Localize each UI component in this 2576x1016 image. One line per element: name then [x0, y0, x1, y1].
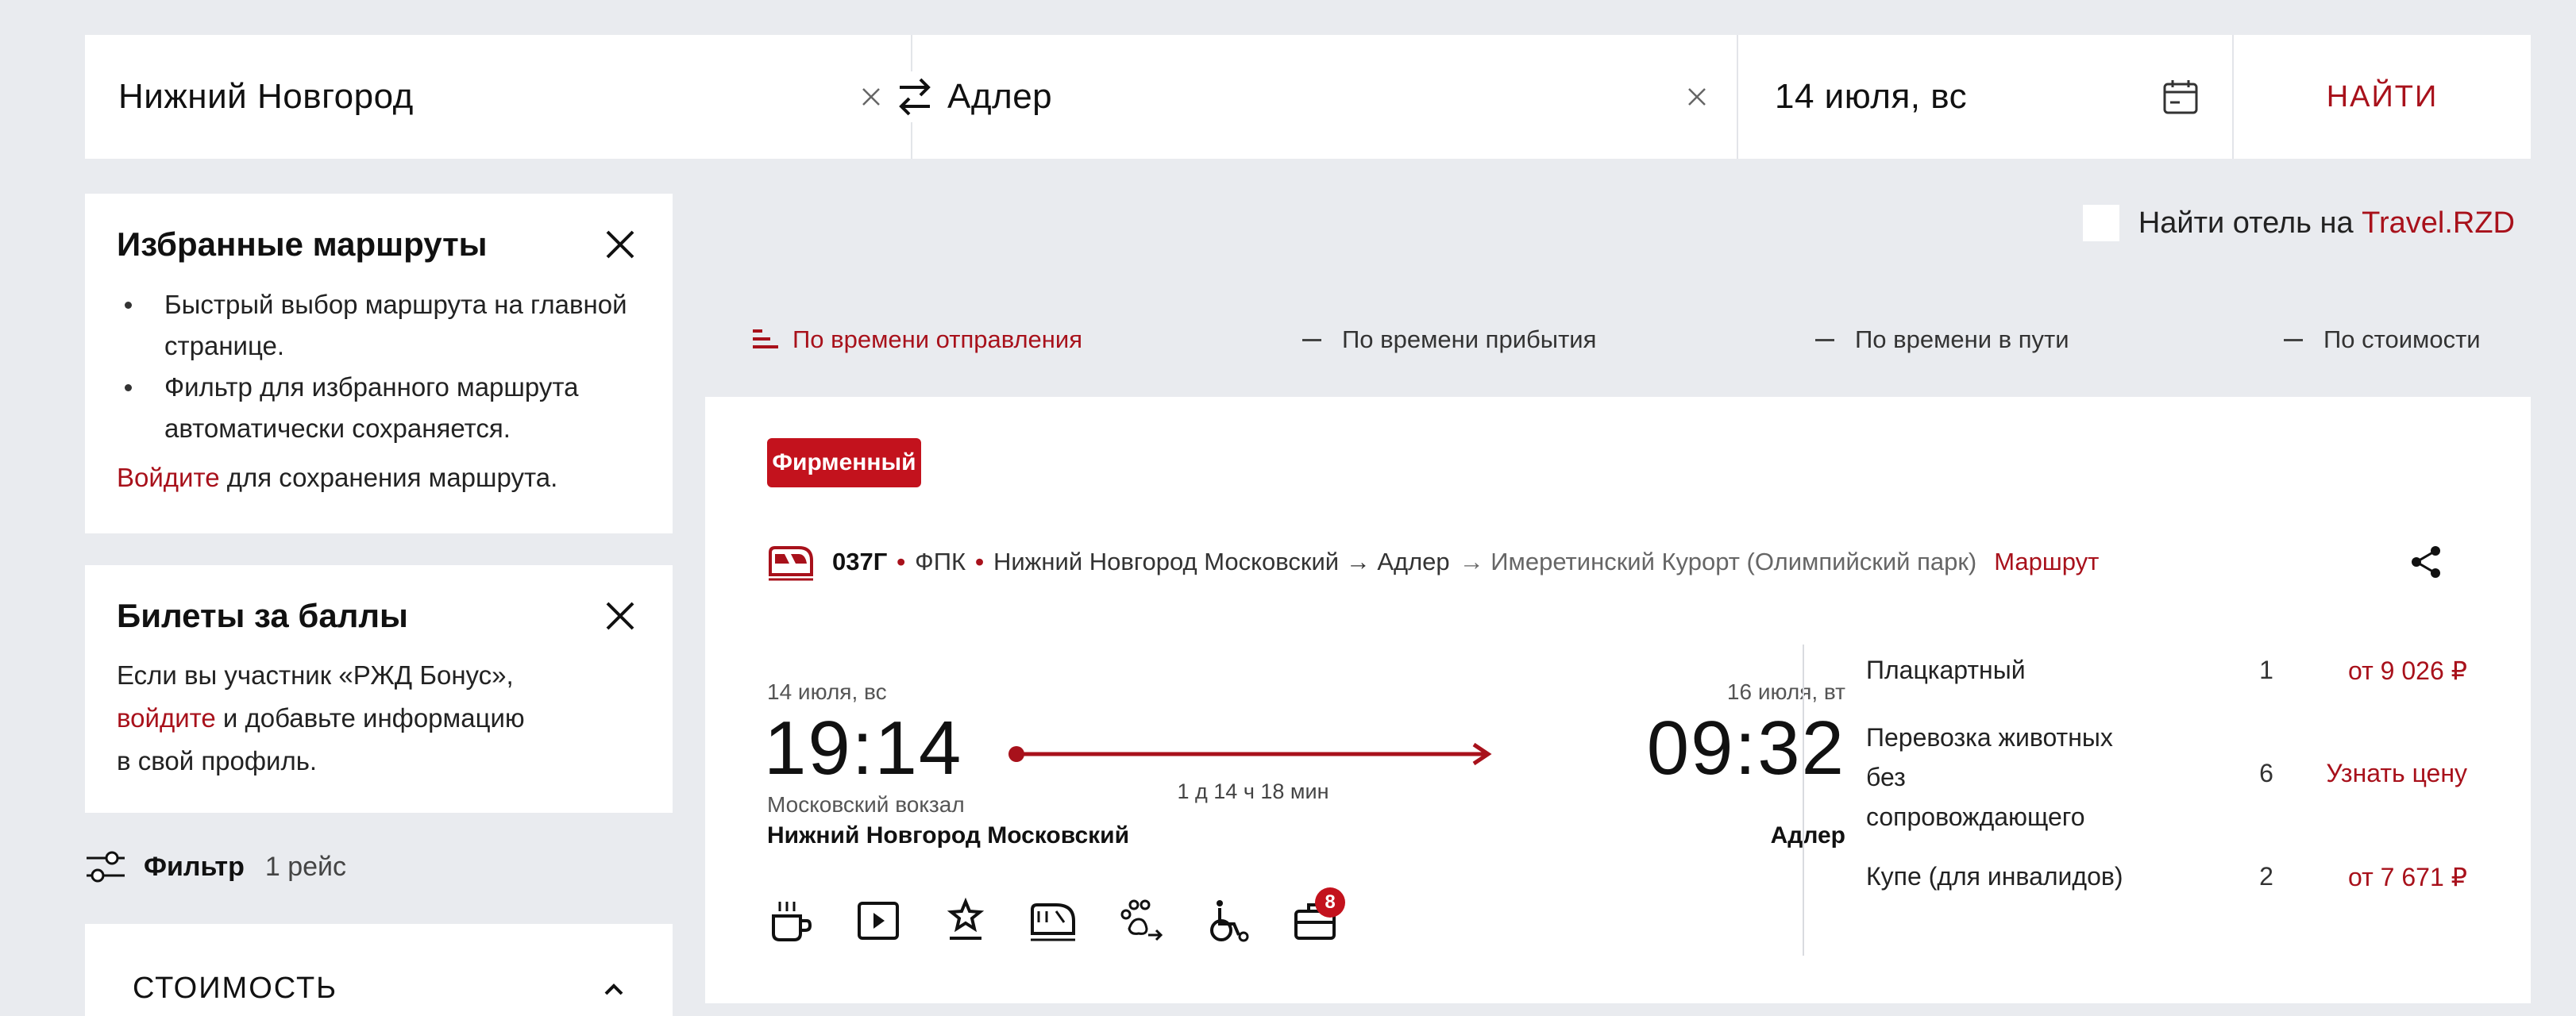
favorite-routes-title: Избранные маршруты [117, 225, 488, 263]
bonus-text-1: Если вы участник «РЖД Бонус», [117, 660, 514, 690]
sort-by-duration[interactable]: По времени в пути [1815, 321, 2069, 359]
fare-seats: 2 [2259, 862, 2273, 891]
bonus-tickets-title: Билеты за баллы [117, 597, 408, 634]
filter-count: 1 рейс [264, 851, 347, 882]
sort-lines-icon [753, 329, 778, 348]
train-number: 037Г [832, 548, 888, 575]
train-carrier: ФПК [915, 548, 966, 575]
bonus-login-link[interactable]: войдите [117, 703, 216, 733]
arrival-station: Адлер [1770, 822, 1845, 849]
favorite-routes-list: Быстрый выбор маршрута на главной страни… [117, 284, 673, 449]
journey-timeline: 1 д 14 ч 18 мин [1007, 738, 1499, 803]
coffee-icon[interactable] [767, 897, 815, 945]
branded-train-badge: Фирменный [767, 438, 921, 487]
dash-icon [1815, 338, 1834, 341]
fare-class: Купе (для инвалидов) [1866, 862, 2123, 891]
train-route-extra: → Имеретинский Курорт (Олимпийский парк) [1459, 548, 1977, 575]
cost-section-title: СТОИМОСТЬ [133, 972, 338, 1005]
clear-to-icon[interactable] [1681, 81, 1713, 113]
chevron-up-icon[interactable] [600, 975, 628, 1003]
bonus-tickets-card: Билеты за баллы Если вы участник «РЖД Бо… [85, 565, 673, 813]
to-input[interactable]: Адлер [947, 77, 1052, 117]
sort-label: По времени отправления [792, 325, 1083, 353]
divider [1803, 645, 1804, 956]
from-input[interactable]: Нижний Новгород [118, 77, 414, 117]
journey-duration: 1 д 14 ч 18 мин [1177, 779, 1329, 803]
login-link[interactable]: Войдите [117, 463, 220, 492]
bonus-text-2: и добавьте информацию [215, 703, 525, 733]
list-item: Фильтр для избранного маршрута автоматич… [117, 367, 641, 449]
departure-date: 14 июля, вс [767, 679, 887, 704]
sort-label: По времени прибытия [1342, 325, 1597, 353]
sort-by-arrival[interactable]: По времени прибытия [1302, 321, 1596, 359]
wheelchair-icon[interactable] [1204, 897, 1251, 945]
train-car-icon[interactable] [1029, 897, 1077, 945]
clear-from-icon[interactable] [855, 81, 887, 113]
route-link[interactable]: Маршрут [1994, 548, 2099, 576]
close-icon[interactable] [603, 598, 638, 633]
award-icon[interactable] [942, 897, 989, 945]
from-field[interactable]: Нижний Новгород [85, 35, 911, 159]
departure-time: 19:14 [764, 706, 963, 791]
sort-label: По времени в пути [1855, 325, 2069, 353]
fare-price-button[interactable]: Узнать цену [2326, 759, 2467, 788]
fare-seats: 6 [2259, 759, 2273, 787]
hotel-search-option: Найти отель на Travel.RZD [2082, 205, 2515, 241]
journey-arrow-icon [1008, 742, 1492, 766]
video-icon[interactable] [854, 897, 902, 945]
swap-icon[interactable] [893, 71, 936, 122]
sort-by-price[interactable]: По стоимости [2284, 321, 2481, 359]
cost-filter-section[interactable]: СТОИМОСТЬ [85, 924, 673, 1016]
luggage-count-badge: 8 [1315, 887, 1345, 918]
find-button-label: НАЙТИ [2326, 79, 2439, 114]
departure-station: Нижний Новгород Московский [767, 822, 1130, 849]
date-input[interactable]: 14 июля, вс [1775, 77, 1967, 117]
train-route-line: 037Г • ФПК • Нижний Новгород Московский … [767, 543, 2099, 581]
dash-icon [1302, 338, 1321, 341]
fare-price-button[interactable]: от 9 026 ₽ [2348, 656, 2467, 686]
hotel-checkbox[interactable] [2082, 205, 2119, 241]
close-icon[interactable] [603, 227, 638, 262]
filter-sliders-icon [87, 851, 125, 883]
filter-toggle[interactable]: Фильтр 1 рейс [85, 843, 346, 891]
date-field[interactable]: 14 июля, вс [1737, 35, 2232, 159]
find-button[interactable]: НАЙТИ [2232, 35, 2531, 159]
train-result-card: Фирменный 037Г • ФПК • Нижний Новгород М… [705, 397, 2531, 1003]
train-route: Нижний Новгород Московский → Адлер [993, 548, 1450, 575]
bonus-text-3: в свой профиль. [117, 746, 318, 775]
train-icon [769, 546, 813, 581]
to-field[interactable]: Адлер [911, 35, 1737, 159]
bonus-tickets-text: Если вы участник «РЖД Бонус», войдите и … [117, 654, 625, 783]
dash-icon [2284, 338, 2303, 341]
departure-station-terminal: Московский вокзал [767, 792, 965, 817]
pet-icon[interactable] [1116, 897, 1164, 945]
favorite-routes-note: Войдите для сохранения маршрута. [117, 457, 673, 498]
share-icon[interactable] [2408, 545, 2443, 579]
fare-class: Плацкартный [1866, 656, 2026, 684]
list-item: Быстрый выбор маршрута на главной страни… [117, 284, 641, 367]
search-bar: Нижний Новгород Адлер 14 июля, вс НАЙТИ [85, 35, 2531, 159]
fare-seats: 1 [2259, 656, 2273, 684]
fare-class: Перевозка животных без сопровождающего [1866, 723, 2113, 831]
fare-price-button[interactable]: от 7 671 ₽ [2348, 862, 2467, 892]
sort-label: По стоимости [2323, 325, 2481, 353]
note-text: для сохранения маршрута. [219, 463, 558, 492]
arrival-date: 16 июля, вт [1726, 679, 1845, 704]
filter-label: Фильтр [144, 851, 245, 882]
favorite-routes-card: Избранные маршруты Быстрый выбор маршрут… [85, 194, 673, 533]
travel-rzd-link[interactable]: Travel.RZD [2362, 206, 2515, 240]
hotel-label: Найти отель на Travel.RZD [2138, 206, 2515, 240]
calendar-icon[interactable] [2161, 77, 2200, 117]
arrival-time: 09:32 [1646, 706, 1845, 791]
sort-by-departure[interactable]: По времени отправления [751, 321, 1082, 359]
